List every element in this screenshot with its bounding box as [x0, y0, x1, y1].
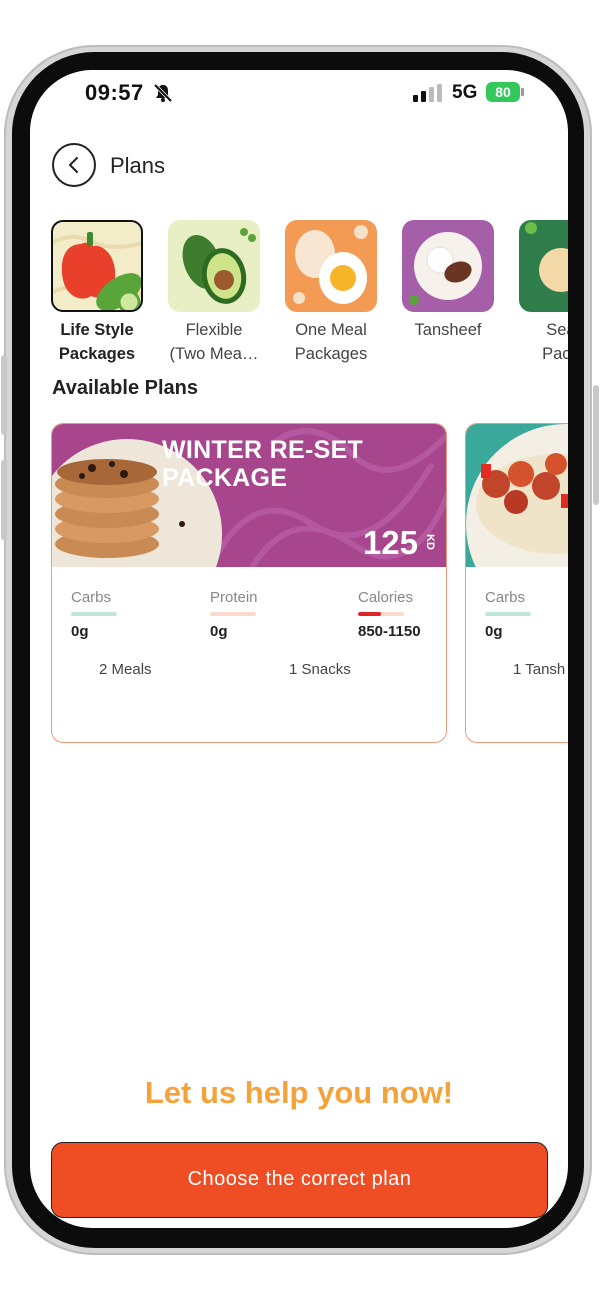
category-label-line2: Packages — [58, 345, 136, 363]
category-life-style[interactable]: Life Style Packages — [51, 220, 143, 366]
signal-icon — [413, 84, 442, 102]
macro-bar — [210, 612, 256, 616]
side-button-left-1 — [1, 355, 7, 435]
macro-label: Carbs — [71, 589, 112, 606]
macro-bar — [71, 612, 117, 616]
choose-plan-button[interactable]: Choose the correct plan — [51, 1142, 548, 1218]
macro-bar-fill — [485, 612, 531, 616]
category-label-line2: Packa — [542, 345, 568, 363]
plan-card[interactable]: Carbs 0g 1 Tansh — [465, 423, 568, 743]
plate-image — [409, 232, 482, 305]
macro-value: 0g — [71, 623, 89, 640]
macro-carbs: Carbs 0g — [485, 589, 531, 640]
category-thumbnail — [519, 220, 568, 312]
battery-tip — [521, 88, 524, 96]
category-label-line2: Packages — [294, 345, 368, 363]
battery-icon: 80 — [486, 82, 520, 102]
macro-value: 0g — [485, 623, 503, 640]
category-thumbnail — [168, 220, 260, 312]
macro-label: Protein — [210, 589, 258, 606]
macro-protein: Protein 0g — [210, 589, 258, 640]
side-button-right — [593, 385, 599, 505]
meals-count: 1 Tansh — [513, 661, 566, 678]
bell-muted-icon — [153, 83, 173, 103]
category-tansheef[interactable]: Tansheef — [402, 220, 494, 342]
egg-image — [293, 225, 368, 304]
app-screen: 09:57 5G 80 Plans Life Style Packages Fl… — [30, 70, 568, 1228]
macro-value: 0g — [210, 623, 228, 640]
category-label: Life Style — [60, 321, 134, 339]
chicken-rice-image — [466, 424, 568, 567]
plan-currency: KD — [424, 534, 437, 550]
category-thumbnail — [51, 220, 143, 312]
plan-price: 125 — [362, 524, 418, 561]
macro-bar — [485, 612, 531, 616]
meals-count: 2 Meals — [99, 661, 152, 678]
macro-label: Carbs — [485, 589, 526, 606]
category-one-meal[interactable]: One Meal Packages — [285, 220, 377, 366]
onion-image — [525, 222, 568, 292]
macro-bar-fill — [71, 612, 117, 616]
category-thumbnail — [285, 220, 377, 312]
macro-value: 850-1150 — [358, 623, 421, 640]
avocado-image — [182, 228, 256, 304]
snacks-count: 1 Snacks — [289, 661, 351, 678]
category-label: Flexible — [185, 321, 243, 339]
macro-calories: Calories 850-1150 — [358, 589, 421, 640]
category-label: One Meal — [295, 321, 367, 339]
back-button[interactable] — [52, 143, 96, 187]
category-thumbnail — [402, 220, 494, 312]
page-title: Plans — [110, 153, 166, 178]
macro-bar — [358, 612, 404, 616]
category-label: Tansheef — [414, 321, 482, 339]
category-label-line2: (Two Mea… — [169, 345, 259, 363]
category-seasonal[interactable]: Seas Packa — [519, 220, 568, 366]
macro-carbs: Carbs 0g — [71, 589, 117, 640]
category-label: Seas — [546, 321, 568, 339]
pepper-cucumber-image — [53, 232, 141, 310]
available-plans-heading: Available Plans — [52, 377, 198, 399]
plan-banner: WINTER RE-SET PACKAGE 125 KD — [52, 424, 446, 567]
cta-heading: Let us help you now! — [144, 1075, 454, 1110]
plan-title: WINTER RE-SET PACKAGE — [162, 436, 363, 492]
plan-card[interactable]: WINTER RE-SET PACKAGE 125 KD Carbs 0g Pr… — [51, 423, 447, 743]
side-button-left-2 — [1, 460, 7, 540]
category-flexible[interactable]: Flexible (Two Mea… — [168, 220, 260, 366]
macro-label: Calories — [358, 589, 414, 606]
chevron-left-icon — [69, 157, 78, 173]
network-type: 5G — [452, 82, 478, 103]
plan-title-line2: PACKAGE — [162, 464, 288, 492]
macro-bar-fill — [358, 612, 381, 616]
status-time: 09:57 — [85, 80, 144, 105]
plan-title-line1: WINTER RE-SET — [162, 436, 364, 464]
macro-bar-fill — [210, 612, 256, 616]
plan-banner — [466, 424, 568, 567]
